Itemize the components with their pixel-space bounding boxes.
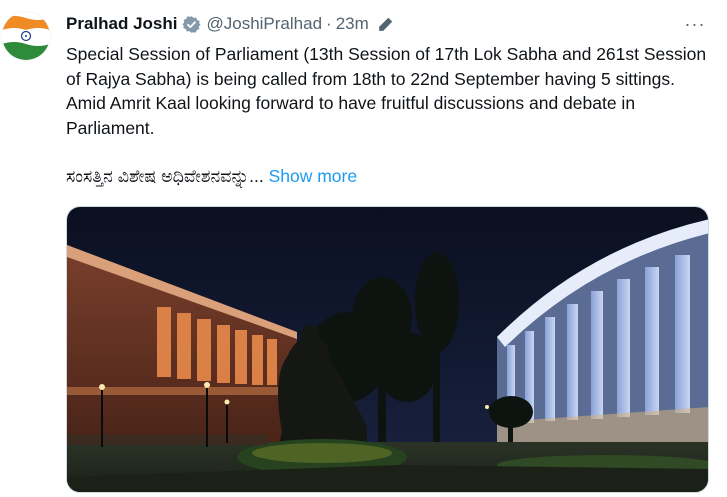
kannada-text: ಸಂಸತ್ತಿನ ವಿಶೇಷ ಅಧಿವೇಶನವನ್ನು... [66, 166, 264, 186]
more-options-icon: ··· [684, 13, 706, 34]
separator-dot: · [326, 14, 332, 33]
show-more-link[interactable]: Show more [269, 166, 358, 186]
tweet-text: Special Session of Parliament (13th Sess… [66, 44, 712, 138]
pencil-edit-icon[interactable] [376, 15, 395, 34]
tweet-header: Pralhad Joshi @JoshiPralhad · 23m ··· [66, 12, 717, 36]
tweet-text-translation: ಸಂಸತ್ತಿನ ವಿಶೇಷ ಅಧಿವೇಶನವನ್ನು... Show more [66, 164, 716, 188]
tweet-media-photo[interactable] [66, 206, 709, 493]
more-options-button[interactable]: ··· [681, 12, 709, 36]
timestamp[interactable]: 23m [336, 14, 369, 34]
avatar[interactable] [2, 12, 50, 60]
tweet-card[interactable]: Pralhad Joshi @JoshiPralhad · 23m ··· Sp… [0, 0, 727, 497]
user-handle[interactable]: @JoshiPralhad [206, 14, 322, 34]
verified-badge-icon [182, 15, 202, 34]
display-name[interactable]: Pralhad Joshi [66, 14, 177, 34]
